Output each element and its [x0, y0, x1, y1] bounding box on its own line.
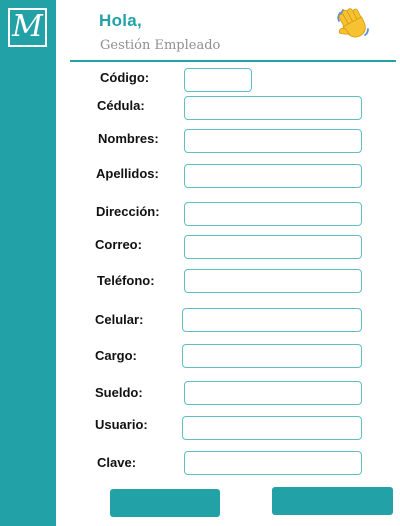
page-subtitle: Gestión Empleado — [100, 38, 221, 53]
label-cedula: Cédula: — [97, 98, 145, 113]
header-divider — [70, 60, 396, 62]
greeting-title: Hola, — [99, 11, 143, 30]
sueldo-input[interactable] — [184, 381, 362, 405]
label-clave: Clave: — [97, 455, 137, 470]
telefono-input[interactable] — [184, 269, 362, 293]
apellidos-input[interactable] — [184, 164, 362, 188]
label-correo: Correo: — [95, 237, 142, 252]
correo-input[interactable] — [184, 235, 362, 259]
label-telefono: Teléfono: — [97, 273, 155, 288]
label-cargo: Cargo: — [95, 348, 137, 363]
monogram-logo: M — [8, 8, 47, 47]
usuario-input[interactable] — [182, 416, 362, 440]
label-celular: Celular: — [95, 312, 144, 327]
nombres-input[interactable] — [184, 129, 362, 153]
cedula-input[interactable] — [184, 96, 362, 120]
left-action-button[interactable] — [110, 489, 220, 517]
clave-input[interactable] — [184, 451, 362, 475]
employee-management-screen: M Hola, Gestión Empleado Código: Cédula:… — [0, 0, 400, 526]
label-sueldo: Sueldo: — [95, 385, 143, 400]
label-usuario: Usuario: — [95, 417, 148, 432]
waving-hand-icon — [337, 8, 369, 38]
label-direccion: Dirección: — [96, 204, 160, 219]
logo-letter: M — [12, 8, 43, 44]
right-action-button[interactable] — [272, 487, 393, 515]
codigo-input[interactable] — [184, 68, 252, 92]
label-codigo: Código: — [100, 70, 150, 85]
celular-input[interactable] — [182, 308, 362, 332]
label-apellidos: Apellidos: — [96, 166, 159, 181]
cargo-input[interactable] — [182, 344, 362, 368]
direccion-input[interactable] — [184, 202, 362, 226]
label-nombres: Nombres: — [98, 131, 159, 146]
sidebar: M — [0, 0, 56, 526]
